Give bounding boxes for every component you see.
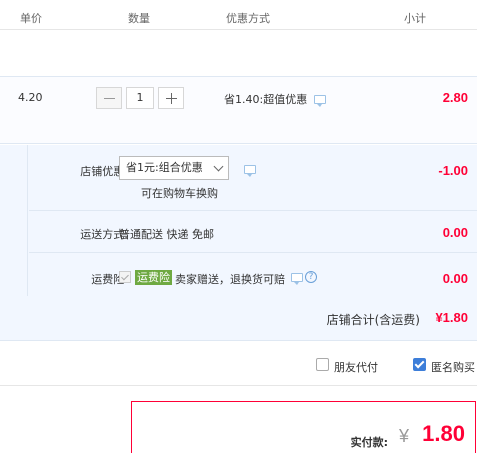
shop-discount-row: 店铺优惠: 省1元:组合优惠 可在购物车换购 -1.00: [29, 145, 477, 211]
quantity-stepper: 1: [96, 87, 184, 109]
shop-discount-select-value: 省1元:组合优惠: [126, 161, 203, 174]
anonymous-label[interactable]: 匿名购买: [431, 359, 475, 375]
chevron-down-icon: [213, 161, 224, 172]
shop-discount-note: 可在购物车换购: [141, 187, 218, 200]
shop-left-column: [0, 145, 28, 296]
increase-quantity-button[interactable]: [158, 87, 184, 109]
quantity-input[interactable]: 1: [126, 87, 154, 109]
insurance-amount: 0.00: [442, 271, 468, 286]
header-promotion: 优惠方式: [226, 12, 270, 25]
shipping-row: 运送方式: 普通配送 快递 免邮 0.00: [29, 211, 477, 253]
chat-icon[interactable]: [314, 95, 326, 107]
shipping-insurance-row: 运费险: 运费险 卖家赠送，退换货可赔 ? 0.00: [29, 253, 477, 296]
chat-icon[interactable]: [291, 273, 303, 285]
shop-discount-amount: -1.00: [438, 163, 468, 178]
order-options-row: 朋友代付 匿名购买: [0, 342, 477, 386]
item-promotion: 省1.40:超值优惠: [224, 93, 308, 106]
anonymous-checkbox[interactable]: [413, 358, 426, 371]
order-item-row: 4.20 1 省1.40:超值优惠 2.80: [0, 76, 477, 144]
minus-icon: [104, 98, 115, 99]
header-subtotal: 小计: [404, 12, 426, 25]
shop-discount-select[interactable]: 省1元:组合优惠: [119, 156, 229, 180]
insurance-text: 卖家赠送，退换货可赔: [175, 273, 285, 286]
payment-summary-box: 实付款: ¥ 1.80: [131, 401, 476, 453]
friend-pay-label[interactable]: 朋友代付: [334, 359, 378, 375]
shop-total-row: 店铺合计(含运费) ¥1.80: [0, 296, 477, 341]
insurance-checkbox[interactable]: [119, 271, 131, 283]
payment-amount: 1.80: [422, 421, 465, 446]
shop-total-amount: ¥1.80: [435, 310, 468, 325]
header-unit-price: 单价: [20, 12, 42, 25]
shop-total-label: 店铺合计(含运费): [326, 313, 420, 327]
shop-summary: 店铺优惠: 省1元:组合优惠 可在购物车换购 -1.00 运送方式: 普通配送 …: [0, 145, 477, 341]
shipping-value: 普通配送 快递 免邮: [119, 228, 214, 241]
payment-currency: ¥: [398, 426, 409, 446]
shipping-amount: 0.00: [442, 225, 468, 240]
payment-label: 实付款:: [350, 436, 388, 449]
decrease-quantity-button[interactable]: [96, 87, 122, 109]
insurance-badge: 运费险: [135, 270, 172, 285]
friend-pay-checkbox[interactable]: [316, 358, 329, 371]
order-table-header: 单价 数量 优惠方式 小计: [0, 0, 477, 30]
chat-icon[interactable]: [244, 165, 256, 177]
help-icon[interactable]: ?: [305, 271, 317, 283]
item-unit-price: 4.20: [18, 91, 43, 104]
header-quantity: 数量: [128, 12, 150, 25]
item-subtotal: 2.80: [442, 90, 468, 105]
